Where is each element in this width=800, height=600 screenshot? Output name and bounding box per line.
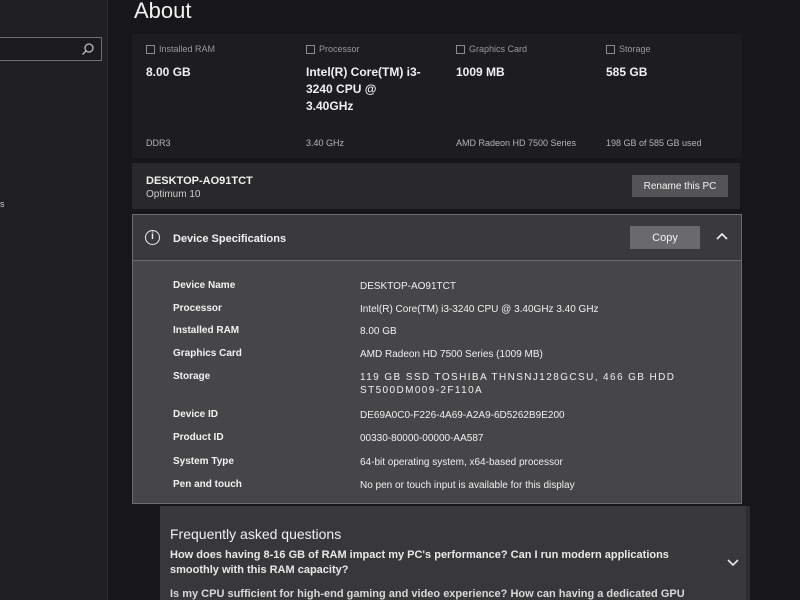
spec-value: AMD Radeon HD 7500 Series (1009 MB) [360, 349, 543, 360]
spec-value: 119 GB SSD TOSHIBA THNSNJ128GCSU, 466 GB… [360, 372, 676, 396]
tile-value: 585 GB [606, 65, 648, 79]
tile-label: Installed RAM [159, 44, 216, 54]
tile-label: Graphics Card [469, 44, 528, 54]
device-name: DESKTOP-AO91TCT [146, 175, 253, 187]
spec-value: 64-bit operating system, x64-based proce… [360, 457, 563, 468]
storage-icon [606, 44, 615, 54]
sidebar-item-label[interactable]: s [0, 199, 5, 209]
tile-value: 8.00 GB [146, 65, 191, 79]
info-icon: i [145, 230, 160, 245]
faq-question[interactable]: How does having 8-16 GB of RAM impact my… [170, 548, 715, 578]
tile-sub: 198 GB of 585 GB used [606, 138, 702, 148]
graphics-card-icon [456, 44, 465, 54]
spec-tiles: Installed RAM 8.00 GB DDR3 Processor Int… [132, 34, 742, 158]
spec-value: DESKTOP-AO91TCT [360, 281, 456, 292]
tile-storage: Storage 585 GB 198 GB of 585 GB used [592, 34, 742, 158]
spec-label: Pen and touch [173, 479, 242, 490]
spec-value: 00330-80000-00000-AA587 [360, 433, 484, 444]
sidebar: s [0, 0, 108, 600]
spec-label: Product ID [173, 432, 224, 443]
page-title: About [134, 0, 192, 23]
device-name-row: DESKTOP-AO91TCT Optimum 10 Rename this P… [132, 163, 740, 209]
tile-sub: DDR3 [146, 138, 171, 148]
spec-value: 8.00 GB [360, 326, 397, 337]
device-specifications-panel: i Device Specifications Copy Device Name… [132, 214, 742, 504]
specs-title: Device Specifications [173, 233, 287, 245]
spec-label: Graphics Card [173, 348, 242, 359]
spec-value: DE69A0C0-F226-4A69-A2A9-6D5262B9E200 [360, 410, 565, 421]
rename-pc-button[interactable]: Rename this PC [632, 175, 728, 197]
spec-label: Storage [173, 371, 211, 382]
spec-label: Installed RAM [173, 325, 240, 336]
device-specifications-header[interactable]: i Device Specifications Copy [133, 215, 741, 261]
spec-value: No pen or touch input is available for t… [360, 480, 575, 491]
spec-label: Processor [173, 303, 222, 314]
spec-value: Intel(R) Core(TM) i3-3240 CPU @ 3.40GHz … [360, 304, 599, 315]
faq-section: Frequently asked questions How does havi… [160, 506, 750, 600]
tile-sub: AMD Radeon HD 7500 Series [456, 138, 577, 148]
processor-icon [306, 44, 315, 54]
chevron-down-icon[interactable] [726, 558, 740, 568]
chevron-up-icon[interactable] [715, 231, 729, 241]
scrollbar[interactable] [746, 506, 750, 600]
tile-sub: 3.40 GHz [306, 138, 345, 148]
spec-label: Device Name [173, 280, 236, 291]
faq-question[interactable]: Is my CPU sufficient for high-end gaming… [170, 588, 715, 600]
tile-label: Processor [319, 44, 360, 54]
spec-label: System Type [173, 456, 234, 467]
copy-button[interactable]: Copy [630, 226, 700, 249]
device-edition: Optimum 10 [146, 189, 201, 200]
tile-value: Intel(R) Core(TM) i3-3240 CPU @ 3.40GHz [306, 65, 421, 113]
tile-processor: Processor Intel(R) Core(TM) i3-3240 CPU … [292, 34, 442, 158]
faq-title: Frequently asked questions [170, 526, 342, 542]
tile-ram: Installed RAM 8.00 GB DDR3 [132, 34, 282, 158]
tile-graphics: Graphics Card 1009 MB AMD Radeon HD 7500… [442, 34, 592, 158]
memory-icon [146, 44, 155, 54]
tile-label: Storage [619, 44, 651, 54]
spec-label: Device ID [173, 409, 219, 420]
tile-value: 1009 MB [456, 65, 505, 79]
search-input[interactable] [0, 37, 102, 61]
search-icon[interactable] [81, 42, 95, 56]
